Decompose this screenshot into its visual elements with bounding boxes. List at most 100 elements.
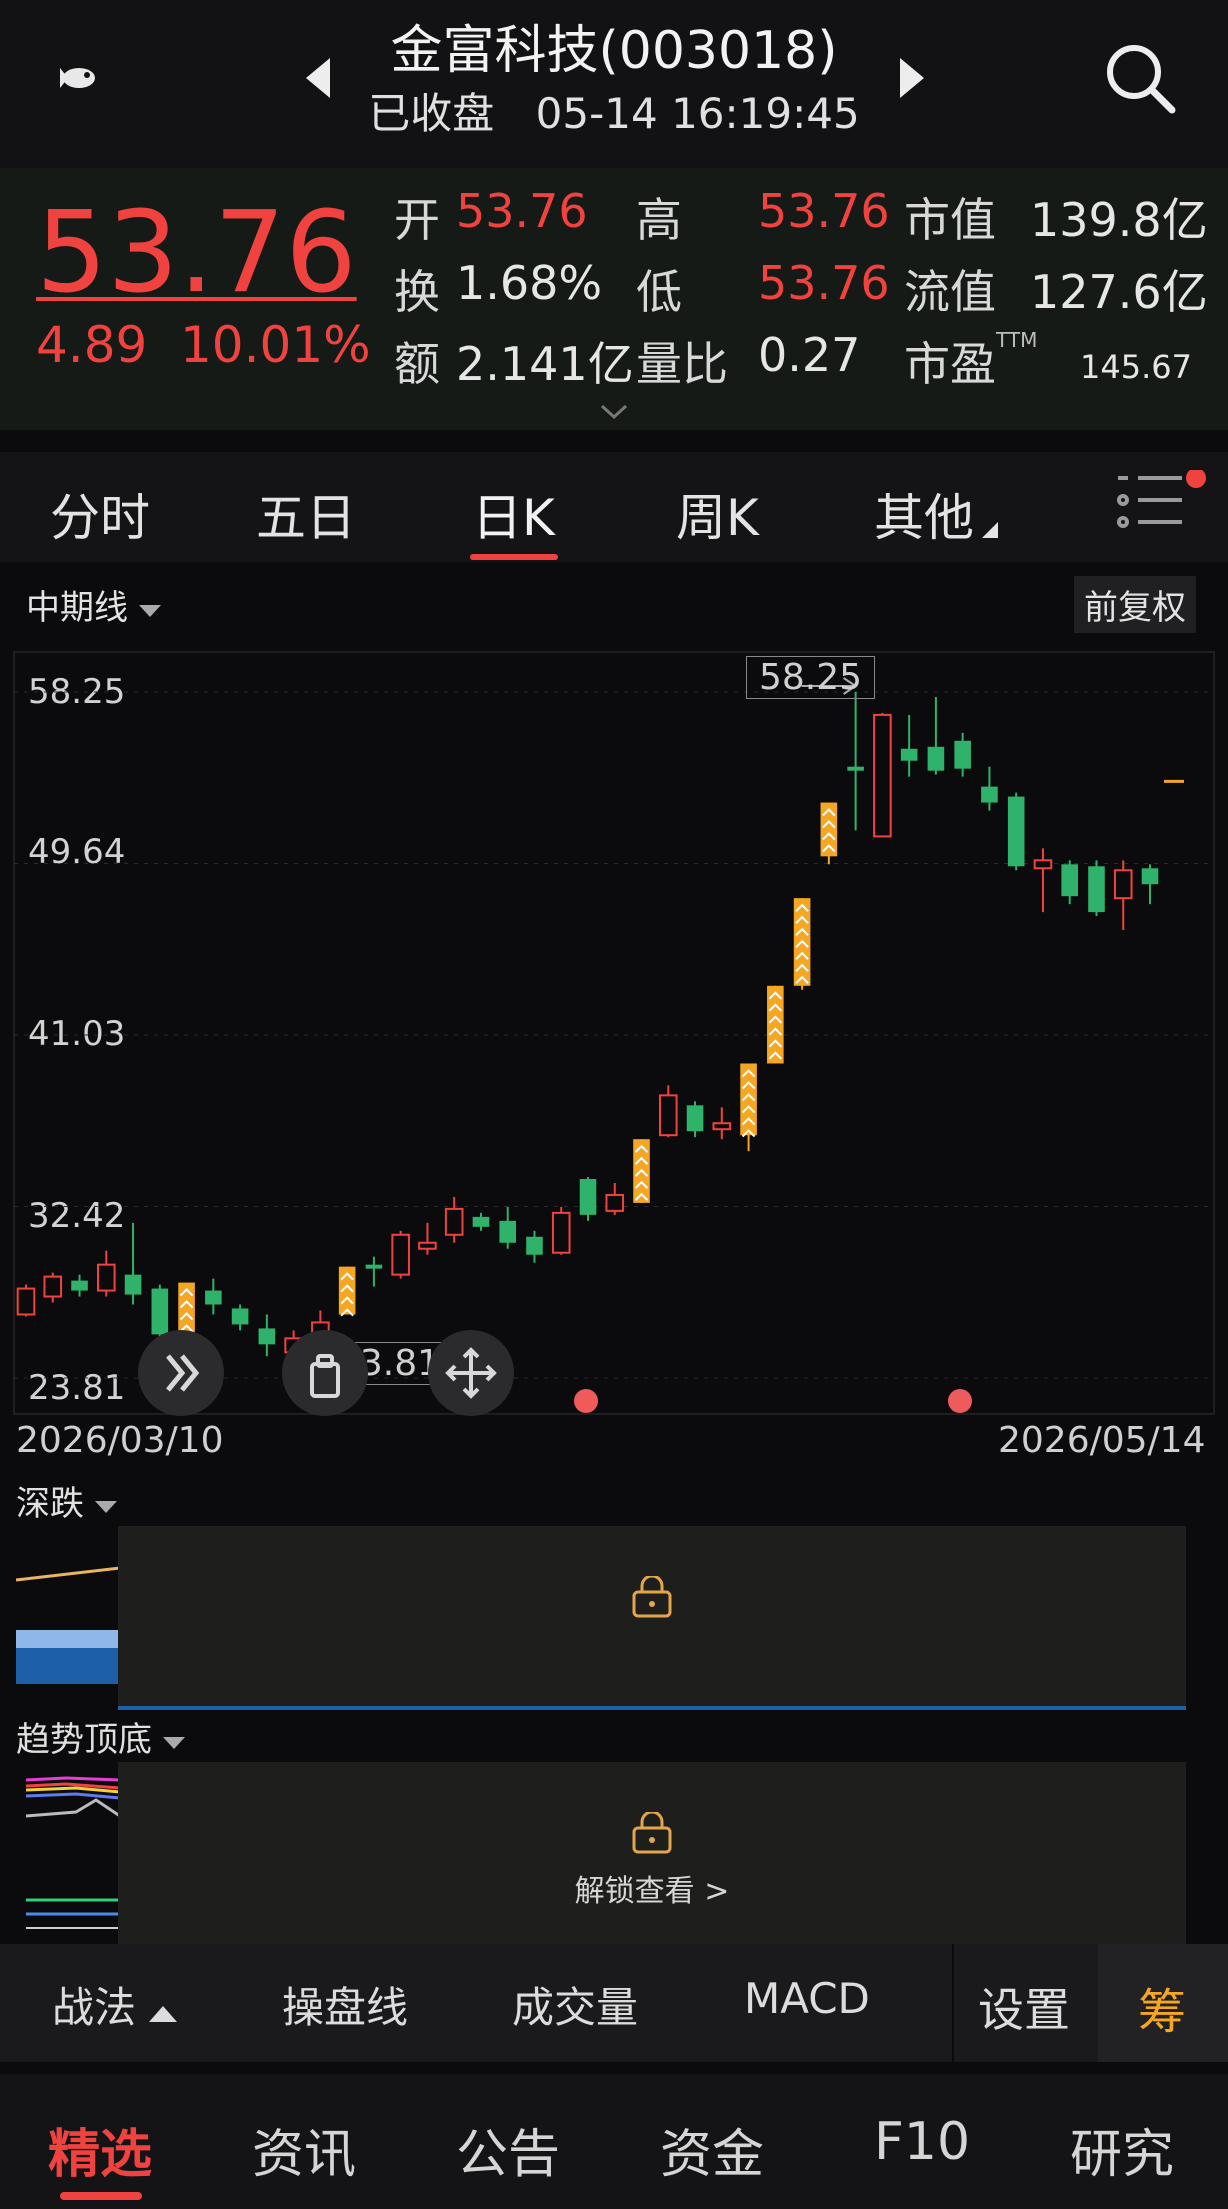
candlestick-chart[interactable] <box>0 650 1228 1420</box>
mktcap-value: 139.8亿 <box>1030 193 1208 247</box>
candle <box>1007 792 1025 871</box>
period-label: 中期线 <box>26 588 128 628</box>
candle <box>712 1107 732 1140</box>
candle-body <box>16 1287 36 1316</box>
nav-research[interactable]: 研究 <box>1070 2112 1174 2187</box>
settings-button[interactable]: 设置 <box>978 1974 1070 2040</box>
candle <box>499 1206 517 1249</box>
stock-title: 金富科技(003018) <box>390 21 838 81</box>
low-value: 53.76 <box>758 256 890 310</box>
nav-capital[interactable]: 资金 <box>660 2112 764 2187</box>
candle <box>633 1139 650 1203</box>
indicator-volume[interactable]: 成交量 <box>512 1974 638 2035</box>
candle <box>178 1282 195 1335</box>
adjust-button[interactable]: 前复权 <box>1074 576 1196 633</box>
tab-daily-k[interactable]: 日K <box>472 478 555 550</box>
tab-weekly-k[interactable]: 周K <box>676 478 759 550</box>
menu-list-icon[interactable] <box>1116 468 1206 554</box>
nav-announcements[interactable]: 公告 <box>456 2112 560 2187</box>
candle <box>927 696 945 775</box>
candle <box>954 732 971 777</box>
candle-body <box>124 1274 142 1295</box>
panel-trend-top-bottom: 趋势顶底 解锁查看 > <box>0 1710 1228 1944</box>
candle-body <box>365 1264 383 1269</box>
high-label: 高 <box>636 193 682 247</box>
panel-title-text: 深跌 <box>16 1484 84 1524</box>
tab-intraday[interactable]: 分时 <box>50 478 150 550</box>
candle-body <box>954 740 971 769</box>
volratio-label: 量比 <box>636 337 728 391</box>
candle <box>365 1256 383 1287</box>
candle <box>231 1304 249 1331</box>
low-label: 低 <box>636 265 682 319</box>
candle <box>124 1222 142 1305</box>
candle-body <box>873 713 892 838</box>
search-icon[interactable] <box>1100 38 1180 122</box>
event-dot[interactable] <box>948 1389 972 1413</box>
candle <box>43 1272 63 1303</box>
mini-indicator <box>26 1776 120 1929</box>
indicator-trading-line[interactable]: 操盘线 <box>282 1974 408 2035</box>
strategy-menu[interactable]: 战法 <box>52 1974 178 2035</box>
caret-down-icon <box>162 1737 185 1749</box>
candle-body <box>43 1275 63 1298</box>
nav-active-indicator <box>60 2192 142 2200</box>
zoom-button[interactable] <box>428 1330 514 1416</box>
locked-overlay[interactable] <box>118 1526 1186 1708</box>
nav-news[interactable]: 资讯 <box>252 2112 356 2187</box>
expand-arrows-icon <box>445 1347 497 1399</box>
float-label: 流值 <box>904 265 996 319</box>
unlock-link[interactable]: 解锁查看 > <box>118 1866 1186 1910</box>
chip-button[interactable]: 筹 <box>1098 1944 1228 2062</box>
candle <box>96 1250 116 1297</box>
candle-body <box>579 1179 597 1215</box>
price-change-pct: 10.01% <box>180 316 371 374</box>
candle-body <box>1141 868 1159 885</box>
clip-button[interactable] <box>282 1330 368 1416</box>
volratio-value: 0.27 <box>758 328 861 382</box>
next-arrow-icon[interactable] <box>898 58 924 102</box>
scroll-forward-button[interactable] <box>138 1330 224 1416</box>
candle <box>391 1230 410 1279</box>
candle-body <box>605 1193 625 1212</box>
candle <box>338 1266 356 1317</box>
candle-body <box>71 1280 88 1291</box>
tab-five-day[interactable]: 五日 <box>256 478 356 550</box>
candle <box>71 1274 88 1297</box>
turnover-label: 换 <box>394 265 440 319</box>
candle <box>1141 864 1159 905</box>
nav-f10[interactable]: F10 <box>874 2112 970 2172</box>
candle <box>1033 848 1053 913</box>
candle-body <box>1088 866 1105 913</box>
strategy-label: 战法 <box>52 1983 137 2032</box>
candle <box>605 1182 625 1215</box>
nav-featured[interactable]: 精选 <box>48 2112 152 2187</box>
indicator-macd[interactable]: MACD <box>744 1974 870 2023</box>
candle-body <box>96 1263 116 1292</box>
period-selector[interactable]: 中期线 <box>26 580 161 629</box>
candle <box>205 1278 222 1315</box>
locked-overlay[interactable]: 解锁查看 > <box>118 1762 1186 1944</box>
status-text: 已收盘 <box>368 89 495 138</box>
open-label: 开 <box>394 193 440 247</box>
lock-icon <box>632 1812 672 1854</box>
mktcap-label: 市值 <box>904 193 996 247</box>
expand-chevron-icon[interactable] <box>600 404 628 424</box>
top-header: 金富科技(003018) 已收盘 05-14 16:19:45 <box>0 0 1228 168</box>
candle <box>258 1314 276 1357</box>
strategy-bar: 战法 操盘线 成交量 MACD 设置 筹 <box>0 1944 1228 2062</box>
panel-title[interactable]: 趋势顶底 <box>16 1712 185 1761</box>
candle-body <box>258 1328 276 1345</box>
turnover-value: 1.68% <box>456 256 603 310</box>
panel-title[interactable]: 深跌 <box>16 1476 117 1525</box>
candle-body <box>712 1122 732 1131</box>
candle-body <box>1113 869 1133 900</box>
tab-other[interactable]: 其他 <box>874 478 974 550</box>
divider <box>952 1944 954 2062</box>
candle <box>847 692 864 831</box>
candle-body <box>1007 796 1025 867</box>
candle-body <box>927 746 945 771</box>
event-dot[interactable] <box>574 1389 598 1413</box>
candle-body <box>686 1105 704 1132</box>
amount-value: 2.141亿 <box>456 337 634 391</box>
